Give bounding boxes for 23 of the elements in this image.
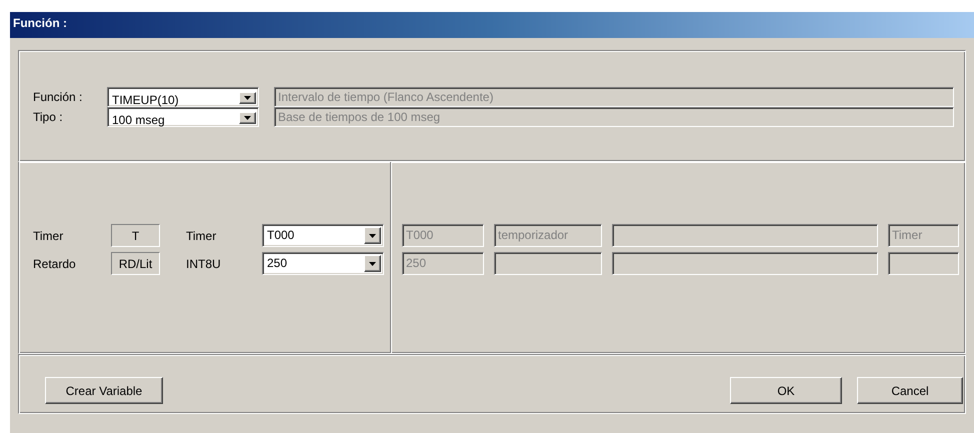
function-combo[interactable]: TIMEUP(10) — [107, 87, 259, 107]
window-title: Función : — [10, 12, 974, 38]
ok-button[interactable]: OK — [730, 377, 842, 404]
info-field — [888, 252, 959, 275]
parameter-label: Retardo — [33, 256, 77, 270]
function-label: Función : — [33, 90, 84, 104]
cancel-button[interactable]: Cancel — [857, 377, 963, 404]
kind-box: RD/Lit — [111, 252, 160, 275]
function-description-field: Intervalo de tiempo (Flanco Ascendente) — [274, 87, 954, 107]
parameter-label: Timer — [33, 228, 64, 242]
type-label: Timer — [186, 228, 218, 242]
info-field: Timer — [888, 224, 959, 247]
info-field: temporizador — [494, 224, 602, 247]
create-variable-button[interactable]: Crear Variable — [45, 377, 163, 404]
type-combo[interactable]: 100 mseg — [107, 107, 259, 127]
value-combo[interactable]: T000 — [262, 224, 384, 247]
value-combo[interactable]: 250 — [262, 252, 384, 275]
info-field: T000 — [402, 224, 484, 247]
type-label: Tipo : — [33, 110, 64, 124]
kind-box: T — [111, 224, 160, 247]
info-field: 250 — [402, 252, 484, 275]
type-description-field: Base de tiempos de 100 mseg — [274, 107, 954, 127]
type-label: INT8U — [186, 256, 222, 270]
